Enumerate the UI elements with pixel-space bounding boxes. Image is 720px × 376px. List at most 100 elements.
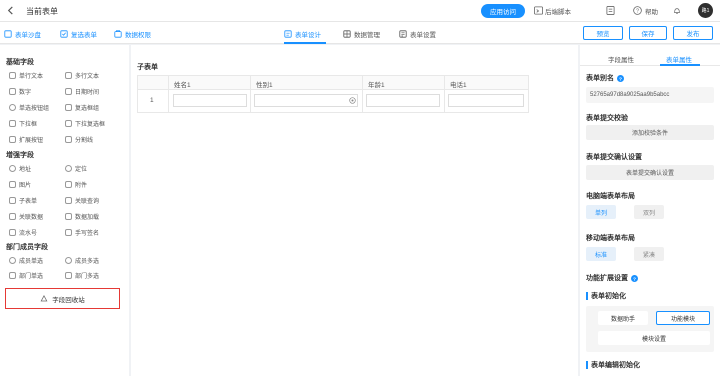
init-options-box: 数据助手 功能模块 模块设置 — [586, 306, 714, 352]
field-datetime[interactable]: 日期时间 — [65, 87, 99, 96]
field-dropdown-multi[interactable]: 下拉复选框 — [65, 119, 105, 128]
field-dropdown[interactable]: 下拉框 — [9, 119, 37, 128]
field-label: 多行文本 — [75, 74, 100, 80]
button-icon — [9, 136, 16, 143]
field-label: 部门多选 — [75, 274, 100, 280]
data-assistant-option[interactable]: 数据助手 — [598, 311, 648, 325]
field-subform[interactable]: 子表单 — [9, 196, 37, 205]
field-single-line-text[interactable]: 单行文本 — [9, 71, 43, 80]
help-icon[interactable]: ? — [633, 6, 642, 15]
field-data-load[interactable]: 数据加载 — [65, 212, 99, 221]
svg-text:?: ? — [636, 9, 639, 15]
text-icon — [9, 72, 16, 79]
field-checkbox-group[interactable]: 复选框组 — [65, 103, 99, 112]
field-image[interactable]: 图片 — [9, 180, 31, 189]
radio-circle-icon[interactable] — [349, 97, 356, 104]
code-icon[interactable] — [534, 6, 543, 15]
tab-field-properties[interactable]: 字段属性 — [608, 54, 634, 64]
toolbar-item-checkbox-form[interactable]: 复选表单 — [60, 29, 97, 39]
alias-input[interactable]: 52765a97d8a9025aa9b5abcc — [586, 87, 714, 103]
divider-icon — [65, 136, 72, 143]
submit-check-label: 表单提交校验 — [586, 115, 628, 122]
module-settings-button[interactable]: 模块设置 — [598, 331, 710, 345]
tab-form-design[interactable]: 表单设计 — [284, 29, 321, 39]
document-icon[interactable] — [606, 6, 615, 15]
tab-data-management[interactable]: 数据管理 — [343, 29, 380, 39]
number-icon — [9, 88, 16, 95]
back-icon[interactable] — [6, 6, 15, 15]
query-icon — [65, 197, 72, 204]
field-related-data[interactable]: 关联数据 — [9, 212, 43, 221]
field-radio-group[interactable]: 单选按钮组 — [9, 103, 49, 112]
department-icon — [9, 272, 16, 279]
submit-confirm-button[interactable]: 表单提交确认设置 — [586, 165, 714, 180]
field-serial-number[interactable]: 流水号 — [9, 228, 37, 237]
column-divider — [444, 76, 445, 112]
column-header: 姓名1 — [174, 82, 191, 89]
field-extend-button[interactable]: 扩展按钮 — [9, 135, 43, 144]
field-member-multi[interactable]: 成员多选 — [65, 256, 99, 265]
add-check-button[interactable]: 添加校验条件 — [586, 125, 714, 140]
dropdown-icon — [9, 120, 16, 127]
section-marker — [586, 292, 588, 300]
preview-button[interactable]: 预览 — [583, 26, 623, 40]
field-label: 日期时间 — [75, 90, 100, 96]
help-link[interactable]: 帮助 — [645, 6, 658, 16]
tab-label: 表单设置 — [410, 32, 436, 39]
toolbar-item-label: 表单沙盘 — [15, 32, 41, 39]
svg-text:?: ? — [633, 276, 636, 281]
field-divider[interactable]: 分割线 — [65, 135, 93, 144]
save-button[interactable]: 保存 — [629, 26, 667, 40]
backend-script-link[interactable]: 后端脚本 — [545, 6, 571, 16]
info-icon[interactable]: ? — [631, 274, 638, 282]
name-input[interactable] — [173, 94, 247, 107]
field-label: 流水号 — [19, 231, 38, 237]
toolbar-item-label: 数据权限 — [125, 32, 151, 39]
app-access-button[interactable]: 应用访问 — [481, 4, 525, 18]
info-icon[interactable]: ? — [617, 74, 624, 82]
field-label: 图片 — [19, 183, 32, 189]
tab-label: 数据管理 — [354, 32, 380, 39]
function-module-option[interactable]: 功能模块 — [656, 311, 710, 325]
tab-form-settings[interactable]: 表单设置 — [399, 29, 436, 39]
field-multi-line-text[interactable]: 多行文本 — [65, 71, 99, 80]
age-input[interactable] — [366, 94, 440, 107]
group-title-basic: 基础字段 — [6, 59, 34, 66]
mobile-layout-label: 移动端表单布局 — [586, 235, 635, 242]
field-dept-multi[interactable]: 部门多选 — [65, 271, 99, 280]
phone-input[interactable] — [448, 94, 524, 107]
toolbar-item-permissions[interactable]: 数据权限 — [114, 29, 151, 39]
tab-form-properties[interactable]: 表单属性 — [666, 54, 692, 64]
field-attachment[interactable]: 附件 — [65, 180, 87, 189]
mobile-layout-standard[interactable]: 标准 — [586, 247, 616, 261]
toolbar-item-sandbox[interactable]: 表单沙盘 — [4, 29, 41, 39]
field-signature[interactable]: 手写签名 — [65, 228, 99, 237]
form-icon — [60, 30, 68, 38]
pc-layout-double[interactable]: 双列 — [634, 205, 664, 219]
page-title: 当前表单 — [26, 7, 58, 16]
avatar[interactable]: 路1 — [698, 3, 713, 18]
publish-button[interactable]: 发布 — [673, 26, 713, 40]
field-label: 部门单选 — [19, 274, 44, 280]
field-address[interactable]: 地址 — [9, 164, 31, 173]
calendar-icon — [65, 88, 72, 95]
radio-icon — [9, 104, 16, 111]
notification-icon[interactable] — [673, 7, 681, 15]
field-member-single[interactable]: 成员单选 — [9, 256, 43, 265]
field-label: 单行文本 — [19, 74, 44, 80]
field-label: 地址 — [19, 167, 32, 173]
field-label: 数据加载 — [75, 215, 100, 221]
toolbar-item-label: 复选表单 — [71, 32, 97, 39]
section-marker — [586, 361, 588, 369]
field-number[interactable]: 数字 — [9, 87, 31, 96]
field-recycle-bin-button[interactable]: 字段回收站 — [5, 288, 120, 309]
field-related-query[interactable]: 关联查询 — [65, 196, 99, 205]
gender-input[interactable] — [254, 94, 358, 107]
pc-layout-single[interactable]: 单列 — [586, 205, 616, 219]
departments-icon — [65, 272, 72, 279]
user-icon — [9, 257, 16, 264]
field-label: 成员多选 — [75, 259, 100, 265]
field-location[interactable]: 定位 — [65, 164, 87, 173]
mobile-layout-compact[interactable]: 紧凑 — [634, 247, 664, 261]
field-dept-single[interactable]: 部门单选 — [9, 271, 43, 280]
